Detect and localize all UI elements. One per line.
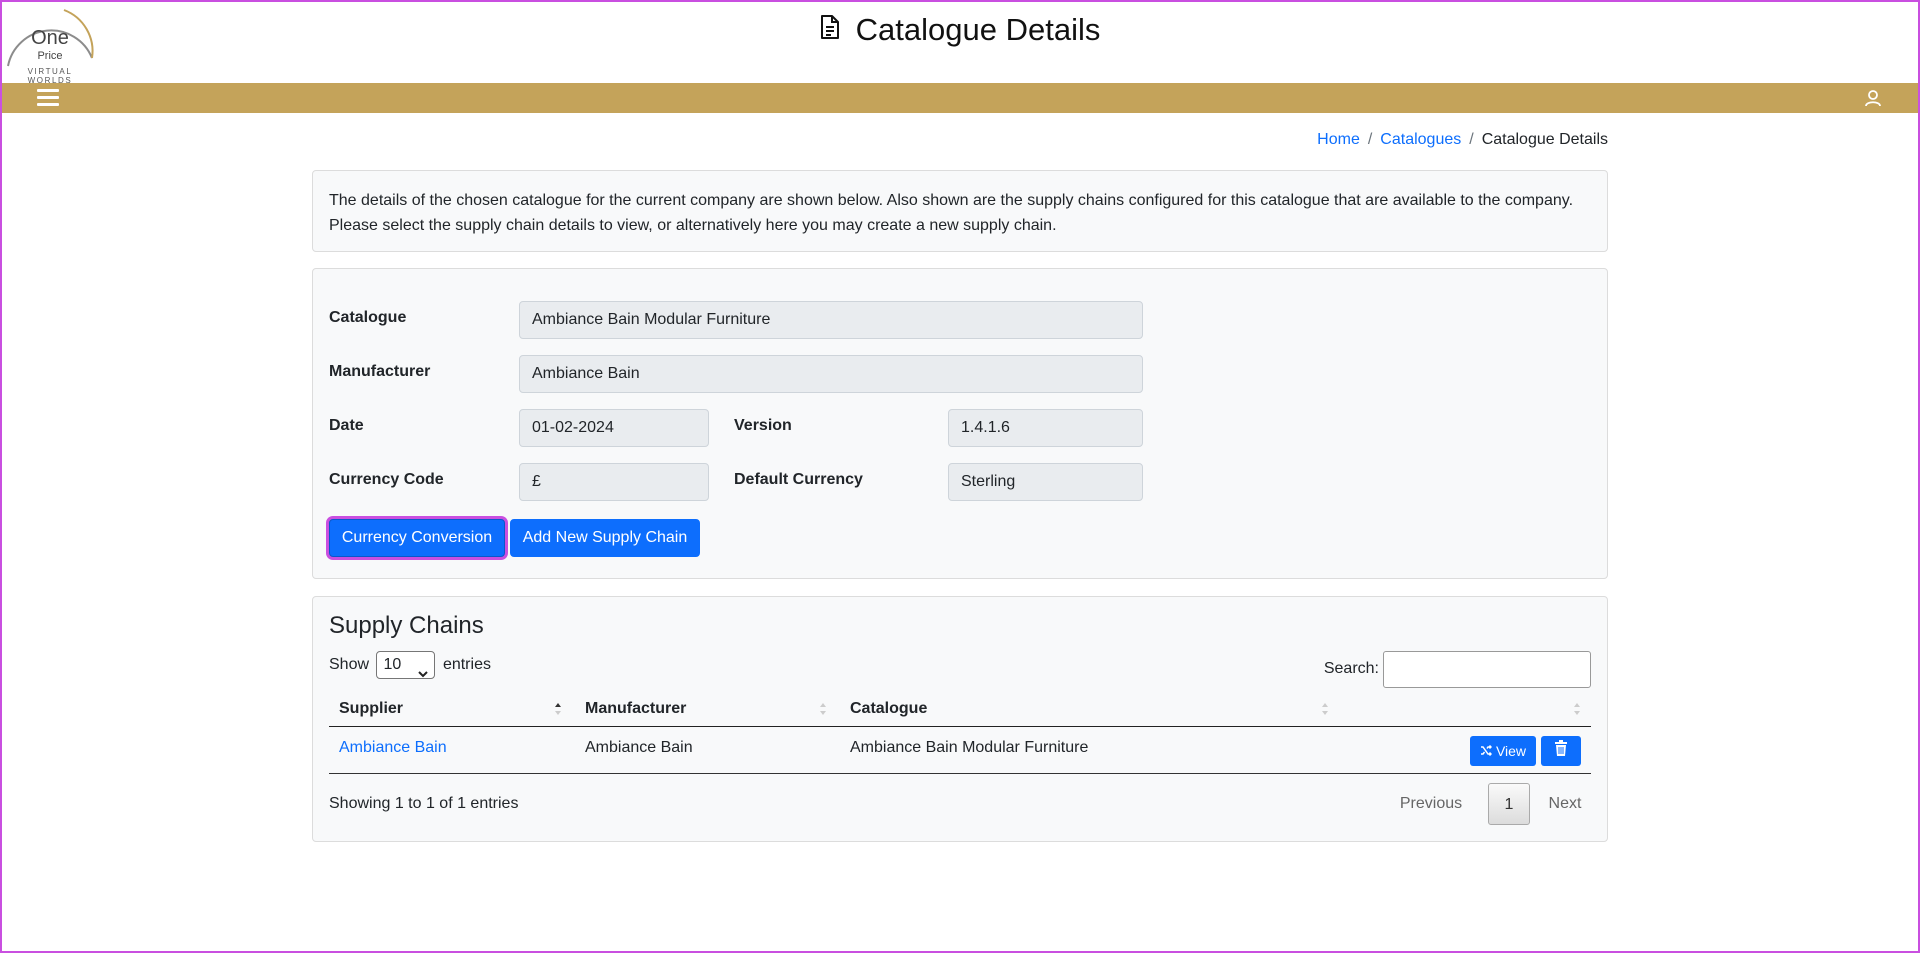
- showing-entries-text: Showing 1 to 1 of 1 entries: [329, 795, 519, 812]
- info-text-line-2: Please select the supply chain details t…: [329, 217, 1057, 234]
- info-card: The details of the chosen catalogue for …: [312, 170, 1608, 252]
- header: One Price VIRTUAL WORLDS Catalogue Detai…: [0, 0, 1920, 85]
- breadcrumb-current: Catalogue Details: [1481, 131, 1608, 148]
- info-text-line-1: The details of the chosen catalogue for …: [329, 192, 1574, 209]
- currency-conversion-button[interactable]: Currency Conversion: [329, 519, 505, 557]
- chevron-down-icon: [418, 661, 429, 687]
- logo-text-price: Price: [37, 50, 63, 62]
- search-input[interactable]: [1383, 651, 1591, 688]
- manufacturer-cell: Ambiance Bain: [585, 739, 693, 756]
- trash-icon: [1554, 736, 1568, 766]
- supply-chains-title: Supply Chains: [329, 612, 484, 639]
- view-button[interactable]: View: [1470, 736, 1536, 766]
- add-new-supply-chain-button[interactable]: Add New Supply Chain: [510, 519, 700, 557]
- catalogue-field[interactable]: Ambiance Bain Modular Furniture: [519, 301, 1143, 339]
- pagination: Previous 1 Next: [1391, 783, 1591, 825]
- search-label: Search:: [1323, 660, 1379, 677]
- delete-button[interactable]: [1541, 736, 1581, 766]
- manufacturer-label: Manufacturer: [329, 363, 431, 380]
- column-header-actions[interactable]: [1349, 691, 1589, 727]
- shuffle-icon: [1480, 736, 1493, 766]
- pagination-next[interactable]: Next: [1539, 783, 1591, 825]
- view-button-label: View: [1495, 743, 1527, 759]
- default-currency-field[interactable]: Sterling: [948, 463, 1143, 501]
- column-header-supplier-label: Supplier: [339, 700, 404, 717]
- show-label: Show: [329, 656, 370, 674]
- sort-icon: [1573, 702, 1581, 716]
- default-currency-label: Default Currency: [734, 471, 863, 488]
- sort-icon: [1321, 702, 1329, 716]
- table-row: Ambiance Bain Ambiance Bain Ambiance Bai…: [329, 728, 1591, 774]
- table-header: Supplier Manufacturer Catalogue: [329, 691, 1591, 727]
- manufacturer-field[interactable]: Ambiance Bain: [519, 355, 1143, 393]
- breadcrumb-separator: /: [1367, 131, 1373, 148]
- navbar: [0, 83, 1920, 113]
- catalogue-details-card: Catalogue Ambiance Bain Modular Furnitur…: [312, 268, 1608, 579]
- currency-code-field[interactable]: £: [519, 463, 709, 501]
- breadcrumb-home-link[interactable]: Home: [1317, 131, 1360, 148]
- column-header-supplier[interactable]: Supplier: [339, 691, 574, 727]
- sort-icon: [819, 702, 827, 716]
- supplier-link[interactable]: Ambiance Bain: [339, 739, 447, 756]
- version-label: Version: [734, 417, 792, 434]
- column-header-catalogue-label: Catalogue: [850, 700, 928, 717]
- date-field[interactable]: 01-02-2024: [519, 409, 709, 447]
- breadcrumb-catalogues-link[interactable]: Catalogues: [1380, 131, 1461, 148]
- page-size-value: 10: [383, 656, 402, 673]
- page-title-text: Catalogue Details: [855, 12, 1101, 47]
- supply-chains-card: Supply Chains Show 10 entries Search: Su…: [312, 596, 1608, 842]
- sort-ascending-icon: [554, 702, 562, 716]
- entries-label: entries: [442, 656, 491, 674]
- date-label: Date: [329, 417, 364, 434]
- catalogue-label: Catalogue: [329, 309, 407, 326]
- breadcrumb: Home / Catalogues / Catalogue Details: [1317, 131, 1608, 149]
- version-field[interactable]: 1.4.1.6: [948, 409, 1143, 447]
- column-header-catalogue[interactable]: Catalogue: [850, 691, 1320, 727]
- show-entries-control: Show 10 entries: [329, 651, 491, 679]
- currency-code-label: Currency Code: [329, 471, 444, 488]
- hamburger-menu-icon[interactable]: [37, 89, 59, 107]
- user-icon[interactable]: [1863, 88, 1883, 108]
- page-size-select[interactable]: 10: [376, 651, 436, 679]
- pagination-page-1[interactable]: 1: [1488, 783, 1530, 825]
- pagination-previous[interactable]: Previous: [1391, 783, 1471, 825]
- column-header-manufacturer[interactable]: Manufacturer: [585, 691, 835, 727]
- breadcrumb-separator: /: [1469, 131, 1474, 148]
- column-header-manufacturer-label: Manufacturer: [585, 700, 687, 717]
- supplier-cell: Ambiance Bain: [339, 728, 447, 774]
- document-icon: [820, 11, 840, 47]
- page-title: Catalogue Details: [0, 12, 1920, 48]
- catalogue-cell: Ambiance Bain Modular Furniture: [850, 739, 1089, 756]
